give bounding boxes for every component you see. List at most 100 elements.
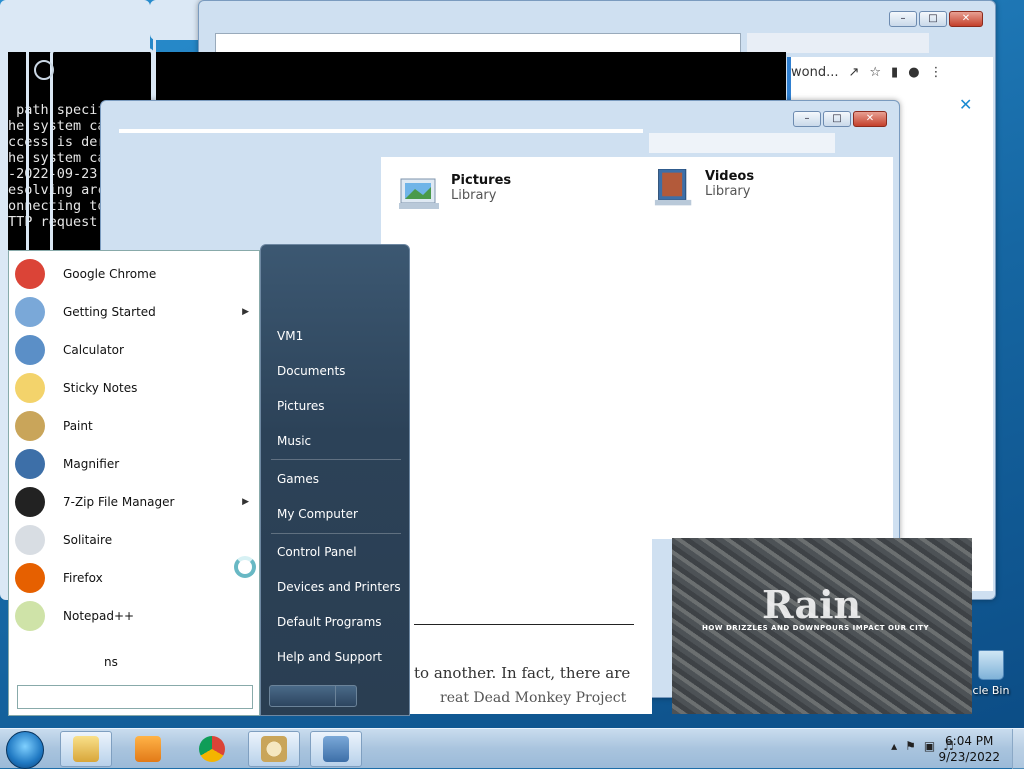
start-place-item[interactable]: VM1 xyxy=(277,329,303,343)
program-icon xyxy=(15,449,45,479)
start-menu-places: VM1 Documents Pictures Music Games My Compute… xyxy=(260,244,410,716)
all-programs-link[interactable]: ns xyxy=(104,655,118,669)
start-program-item[interactable]: Firefox xyxy=(9,559,261,597)
start-menu-programs: Google Chrome Getting Started ▶ Calculator S… xyxy=(8,250,260,716)
chrome-address-bar[interactable] xyxy=(215,33,741,53)
library-pictures[interactable]: Pictures Library xyxy=(397,173,511,213)
menu-icon[interactable]: ⋮ xyxy=(930,65,943,80)
close-button[interactable]: ✕ xyxy=(949,11,983,27)
photo-caption: HOW DRIZZLES AND DOWNPOURS IMPACT OUR CI… xyxy=(702,624,930,632)
show-desktop-button[interactable] xyxy=(1012,729,1024,769)
start-button[interactable] xyxy=(6,731,44,769)
taskbar-7zip-button[interactable] xyxy=(310,731,362,767)
program-icon xyxy=(15,373,45,403)
program-icon xyxy=(15,563,45,593)
minimize-button[interactable]: – xyxy=(889,11,917,27)
program-label: Google Chrome xyxy=(63,267,157,281)
program-icon xyxy=(15,297,45,327)
chrome-icon xyxy=(199,736,225,762)
start-place-item[interactable]: Help and Support xyxy=(277,650,382,664)
videos-library-icon xyxy=(654,169,692,206)
taskbar-media-player-button[interactable] xyxy=(122,731,174,767)
submenu-arrow-icon: ▶ xyxy=(242,307,249,317)
media-player-icon xyxy=(135,736,161,762)
library-name: Videos xyxy=(705,169,755,184)
menu-separator xyxy=(271,459,401,460)
recycle-bin-graphic xyxy=(978,650,1004,680)
recycle-bin-label: cle Bin xyxy=(972,684,1010,697)
program-icon xyxy=(15,259,45,289)
submenu-arrow-icon: ▶ xyxy=(242,497,249,507)
library-name: Pictures xyxy=(451,173,512,188)
start-place-item[interactable]: Documents xyxy=(277,364,345,378)
library-sub: Library xyxy=(451,188,497,203)
star-icon[interactable]: ☆ xyxy=(869,65,881,80)
search-icon[interactable] xyxy=(34,60,54,80)
show-hidden-icons-icon[interactable]: ▴ xyxy=(891,739,897,753)
network-icon[interactable]: ▣ xyxy=(924,739,935,753)
program-label: Notepad++ xyxy=(63,609,135,623)
action-center-icon[interactable]: ⚑ xyxy=(905,739,916,753)
start-place-item[interactable]: Devices and Printers xyxy=(277,580,401,594)
tab-title[interactable]: wond... xyxy=(791,65,838,80)
start-search-input[interactable] xyxy=(17,685,253,709)
pictures-library-icon xyxy=(399,178,439,209)
explorer-address-bar[interactable] xyxy=(119,129,643,133)
clock-date: 9/23/2022 xyxy=(938,750,1000,764)
start-program-item[interactable]: Sticky Notes xyxy=(9,369,261,407)
start-place-item[interactable]: Music xyxy=(277,434,311,448)
start-program-item[interactable]: Calculator xyxy=(9,331,261,369)
program-label: Paint xyxy=(63,419,93,433)
article-snippet: to another. In fact, there are reat Dead… xyxy=(410,538,652,714)
desktop: cle Bin – □ ✕ wond... ↗ ☆ ▮ ● ⋮ ✕ path s… xyxy=(0,0,1024,728)
program-icon xyxy=(15,525,45,555)
start-program-item[interactable]: Google Chrome xyxy=(9,255,261,293)
paint-icon xyxy=(261,736,287,762)
maximize-button[interactable]: □ xyxy=(823,111,851,127)
explorer-content: Pictures Library Videos Library xyxy=(381,157,893,539)
start-program-item[interactable]: Magnifier xyxy=(9,445,261,483)
photo-title: Rain xyxy=(762,582,862,627)
close-button[interactable]: ✕ xyxy=(853,111,887,127)
program-label: Magnifier xyxy=(63,457,120,471)
start-program-item[interactable]: Paint xyxy=(9,407,261,445)
start-program-item[interactable]: Solitaire xyxy=(9,521,261,559)
start-place-item[interactable]: Control Panel xyxy=(277,545,357,559)
taskbar-chrome-button[interactable] xyxy=(186,731,238,767)
7zip-icon xyxy=(323,736,349,762)
start-program-item[interactable]: 7-Zip File Manager ▶ xyxy=(9,483,261,521)
share-icon[interactable]: ↗ xyxy=(848,65,859,80)
start-place-item[interactable]: My Computer xyxy=(277,507,358,521)
program-icon xyxy=(15,335,45,365)
start-place-item[interactable]: Default Programs xyxy=(277,615,382,629)
library-sub: Library xyxy=(705,184,751,199)
program-label: 7-Zip File Manager xyxy=(63,495,175,509)
start-program-item[interactable]: Getting Started ▶ xyxy=(9,293,261,331)
shutdown-options-button[interactable] xyxy=(335,685,357,707)
library-videos[interactable]: Videos Library xyxy=(651,169,754,209)
start-place-item[interactable]: Games xyxy=(277,472,319,486)
article-photo: Rain HOW DRIZZLES AND DOWNPOURS IMPACT O… xyxy=(672,538,972,714)
profile-icon[interactable]: ● xyxy=(908,65,919,80)
taskbar: ▴ ⚑ ▣ ♬ 6:04 PM 9/23/2022 xyxy=(0,728,1024,769)
program-label: Solitaire xyxy=(63,533,113,547)
clock-time: 6:04 PM xyxy=(945,734,994,748)
taskbar-paint-button[interactable] xyxy=(248,731,300,767)
sidepanel-icon[interactable]: ▮ xyxy=(891,65,898,80)
explorer-search-box[interactable] xyxy=(649,133,835,153)
minimize-button[interactable]: – xyxy=(793,111,821,127)
program-label: Getting Started xyxy=(63,305,156,319)
program-label: Sticky Notes xyxy=(63,381,138,395)
close-icon[interactable]: ✕ xyxy=(959,95,972,114)
start-program-item[interactable]: Notepad++ xyxy=(9,597,261,635)
article-text-line2: reat Dead Monkey Project xyxy=(440,690,627,706)
maximize-button[interactable]: □ xyxy=(919,11,947,27)
folder-icon xyxy=(73,736,99,762)
program-icon xyxy=(15,487,45,517)
start-place-item[interactable]: Pictures xyxy=(277,399,325,413)
article-text-line1: to another. In fact, there are xyxy=(414,664,631,682)
taskbar-explorer-button[interactable] xyxy=(60,731,112,767)
program-icon xyxy=(15,411,45,441)
clock[interactable]: 6:04 PM 9/23/2022 xyxy=(938,733,1000,765)
program-icon xyxy=(15,601,45,631)
